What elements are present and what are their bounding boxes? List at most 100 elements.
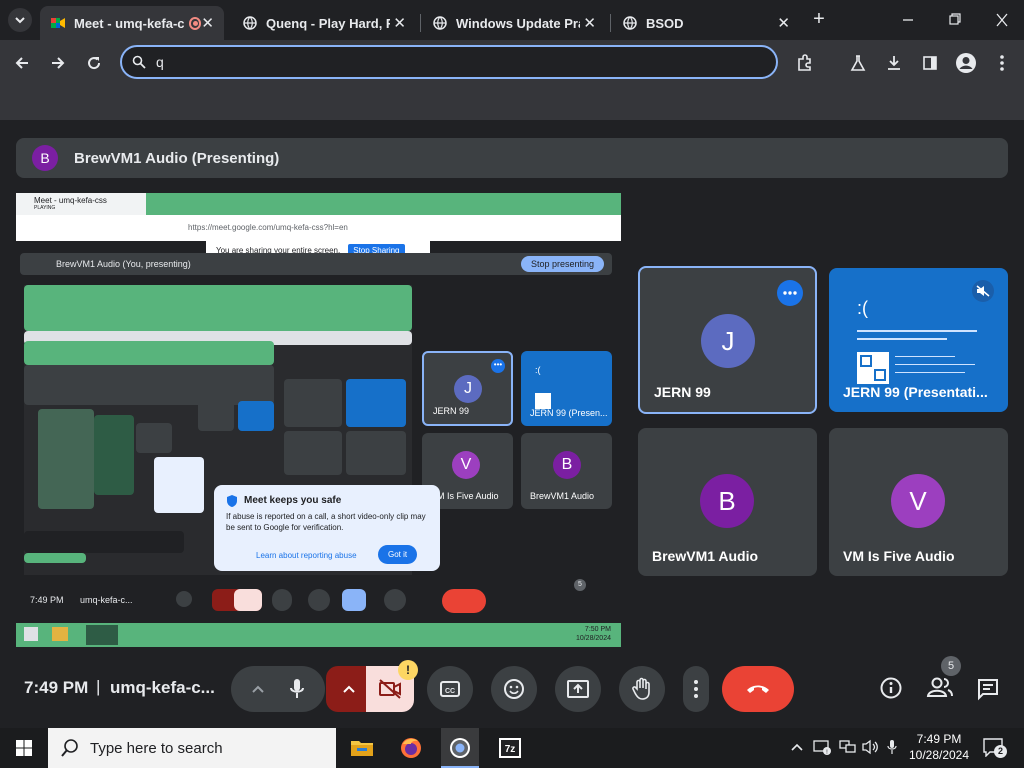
mirror-tile	[154, 457, 204, 513]
downloads-button[interactable]	[881, 50, 907, 76]
close-window-button[interactable]	[990, 12, 1014, 28]
participant-name: JERN 99 (Presentati...	[843, 384, 988, 400]
shared-tab: Meet - umq-kefa-css PLAYING	[16, 193, 146, 215]
profile-button[interactable]	[953, 50, 979, 76]
network-tray-icon[interactable]	[838, 739, 856, 758]
warning-badge: !	[398, 660, 418, 680]
tab-title: BSOD	[646, 15, 684, 31]
shared-presenting-label: BrewVM1 Audio (You, presenting)	[56, 259, 191, 269]
hang-up-icon	[747, 685, 769, 693]
tab-quenq[interactable]: Quenq - Play Hard, Fa ✕	[232, 6, 416, 40]
security-tray-icon[interactable]: !	[813, 739, 831, 758]
close-tab-icon[interactable]: ✕	[777, 14, 790, 32]
tile-name: BrewVM1 Audio	[530, 491, 595, 501]
more-options-button[interactable]	[683, 666, 709, 712]
7zip-button[interactable]: 7z	[496, 734, 524, 762]
participant-tile-jern[interactable]: J JERN 99	[638, 266, 817, 414]
chat-icon	[978, 679, 998, 701]
recording-icon	[188, 16, 202, 30]
side-panel-button[interactable]	[917, 50, 943, 76]
input-tray-icon[interactable]	[886, 739, 898, 758]
mirror-tile	[346, 379, 406, 427]
participant-tile-brewvm1[interactable]: B BrewVM1 Audio	[638, 428, 817, 576]
firefox-button[interactable]	[397, 734, 425, 762]
present-button[interactable]	[555, 666, 601, 712]
chevron-up-icon[interactable]	[251, 684, 265, 694]
qr-code	[535, 393, 551, 409]
browser-tab-strip: Meet - umq-kefa-c ✕ Quenq - Play Hard, F…	[0, 0, 1024, 40]
shared-cc-btn	[272, 589, 292, 611]
more-options-icon: •••	[491, 359, 505, 373]
shared-hand-btn	[384, 589, 406, 611]
tab-search-button[interactable]	[8, 8, 32, 32]
reload-button[interactable]	[81, 50, 107, 76]
safety-heading: Meet keeps you safe	[244, 495, 342, 506]
shared-clock-date: 10/28/2024	[575, 635, 611, 642]
present-screen-icon	[567, 680, 589, 698]
mirror-window	[24, 365, 274, 405]
chrome-button[interactable]	[441, 728, 479, 768]
close-tab-icon[interactable]: ✕	[393, 14, 406, 32]
restore-icon	[949, 13, 961, 25]
tab-meet[interactable]: Meet - umq-kefa-c ✕	[40, 6, 224, 40]
reactions-button[interactable]	[491, 666, 537, 712]
close-tab-icon[interactable]: ✕	[583, 14, 596, 32]
start-button[interactable]	[10, 734, 38, 762]
stop-presenting-button: Stop presenting	[520, 256, 604, 272]
tab-title: Quenq - Play Hard, Fa	[266, 15, 390, 31]
new-tab-button[interactable]: +	[808, 8, 830, 30]
address-bar[interactable]	[120, 45, 778, 79]
chat-button[interactable]	[976, 677, 1000, 701]
forward-button[interactable]	[45, 50, 71, 76]
back-button[interactable]	[9, 50, 35, 76]
captions-button[interactable]: CC	[427, 666, 473, 712]
tab-windows-update[interactable]: Windows Update Pran ✕	[422, 6, 606, 40]
notification-center-button[interactable]: 2	[982, 737, 1007, 759]
globe-favicon-icon	[622, 15, 638, 31]
shared-address-bar: https://meet.google.com/umq-kefa-css?hl=…	[16, 215, 621, 241]
tab-bsod[interactable]: BSOD ✕	[612, 6, 800, 40]
mirror-tile	[284, 379, 342, 427]
close-tab-icon[interactable]: ✕	[201, 14, 214, 32]
folder-icon	[351, 741, 373, 756]
restore-button[interactable]	[943, 12, 967, 28]
minimize-button[interactable]	[896, 12, 920, 28]
microphone-icon	[887, 740, 897, 754]
labs-button[interactable]	[845, 50, 871, 76]
windows-taskbar: Type here to search 7z ! 7:49 PM 10/28/2…	[0, 728, 1024, 768]
shared-screen: Meet - umq-kefa-css PLAYING https://meet…	[16, 193, 621, 647]
mirror-window	[24, 285, 412, 331]
participant-tile-vm-five[interactable]: V VM Is Five Audio	[829, 428, 1008, 576]
taskbar-search[interactable]: Type here to search	[48, 728, 336, 768]
raise-hand-button[interactable]	[619, 666, 665, 712]
file-explorer-button[interactable]	[348, 734, 376, 762]
people-button[interactable]	[926, 676, 954, 702]
mirror-window	[38, 409, 94, 509]
svg-text:7z: 7z	[505, 744, 516, 755]
sad-face: :(	[535, 365, 541, 375]
menu-button[interactable]	[989, 50, 1015, 76]
avatar: J	[701, 314, 755, 368]
shared-meeting-code: umq-kefa-c...	[80, 595, 133, 605]
tab-divider	[610, 14, 611, 32]
extensions-button[interactable]	[792, 50, 818, 76]
show-hidden-icons[interactable]	[790, 740, 804, 755]
chevron-down-icon	[15, 17, 25, 24]
leave-call-button[interactable]	[722, 666, 794, 712]
more-vert-icon	[694, 680, 698, 698]
more-options-button[interactable]	[777, 280, 803, 306]
reload-icon	[88, 57, 101, 70]
more-vert-icon	[1000, 55, 1004, 71]
participant-tile-jern-presentation[interactable]: :( JERN 99 (Presentati...	[829, 268, 1008, 412]
search-placeholder: Type here to search	[90, 739, 223, 757]
participant-name: BrewVM1 Audio	[652, 548, 759, 564]
meeting-details-button[interactable]	[879, 676, 905, 702]
volume-tray-icon[interactable]	[862, 739, 880, 758]
shared-tile-brewvm1: B BrewVM1 Audio	[521, 433, 612, 509]
taskbar-clock[interactable]: 7:49 PM 10/28/2024	[900, 731, 978, 763]
audio-controls	[231, 666, 325, 712]
microphone-icon[interactable]	[289, 678, 305, 700]
address-input[interactable]	[156, 54, 716, 70]
network-icon	[839, 740, 856, 753]
mirror-tile	[346, 431, 406, 475]
